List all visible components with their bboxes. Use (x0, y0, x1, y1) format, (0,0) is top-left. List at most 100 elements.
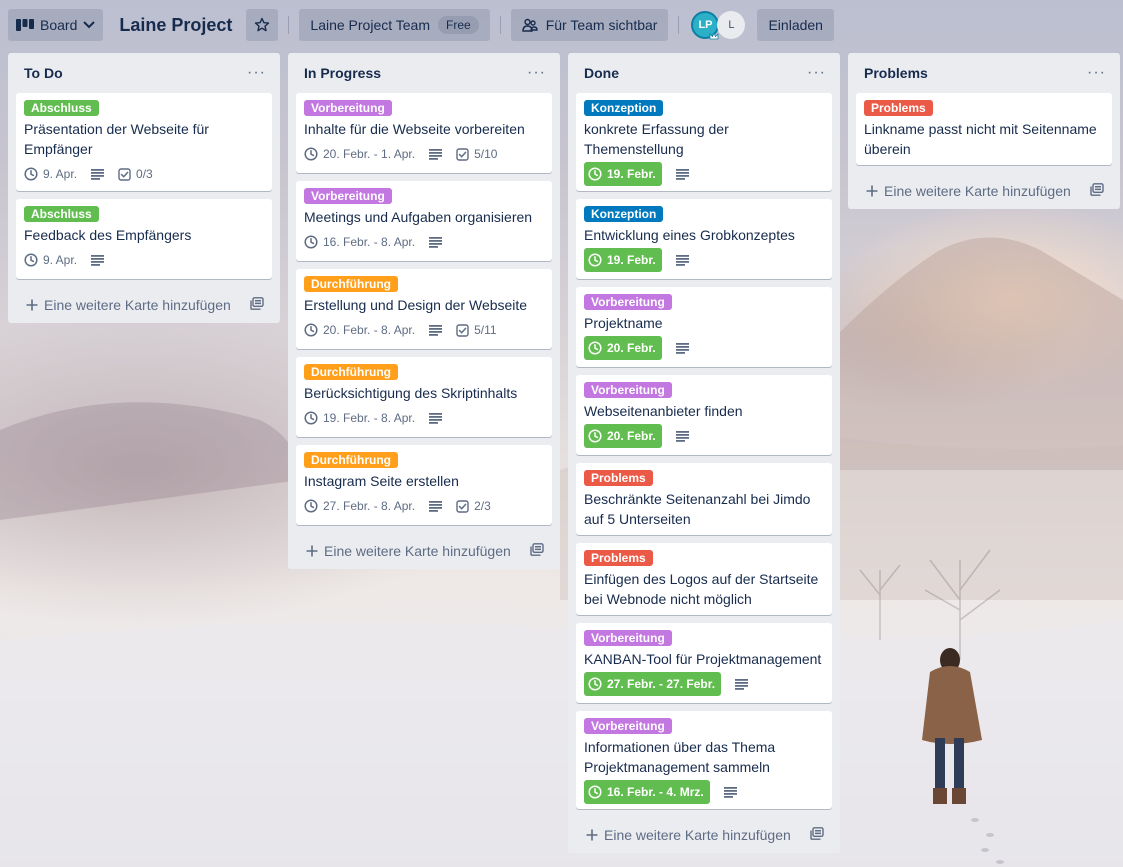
card-badges: 27. Febr. - 27. Febr. (584, 671, 824, 697)
visibility-button[interactable]: Für Team sichtbar (510, 9, 669, 41)
list-title[interactable]: In Progress (304, 65, 381, 81)
list-title[interactable]: Problems (864, 65, 928, 81)
create-from-template-button[interactable] (1090, 183, 1104, 199)
add-card-button[interactable]: Eine weitere Karte hinzufügen (576, 817, 832, 853)
clock-icon (304, 411, 318, 425)
card-template-icon (530, 543, 544, 556)
due-date-badge[interactable]: 27. Febr. - 27. Febr. (584, 672, 722, 696)
add-card-button[interactable]: Eine weitere Karte hinzufügen (16, 287, 272, 323)
card-label: Vorbereitung (584, 294, 672, 310)
avatar[interactable]: L (717, 11, 746, 39)
card-title: Projektname (584, 315, 663, 331)
create-from-template-button[interactable] (810, 827, 824, 843)
header-divider (499, 16, 501, 34)
card[interactable]: Vorbereitung Inhalte für die Webseite vo… (296, 93, 552, 173)
due-date-badge[interactable]: 19. Febr. - 8. Apr. (304, 411, 415, 425)
card[interactable]: Abschluss Feedback des Empfängers 9. Apr… (16, 199, 272, 279)
card-title: Präsentation der Webseite für Empfänger (24, 121, 209, 157)
checklist-icon (456, 147, 469, 161)
card-title: KANBAN-Tool für Projektmanagement (584, 651, 822, 667)
due-date-badge[interactable]: 20. Febr. (584, 336, 662, 360)
list-in-progress: In Progress ··· Vorbereitung Inhalte für… (288, 53, 560, 569)
description-badge (91, 168, 105, 180)
card[interactable]: Durchführung Instagram Seite erstellen 2… (296, 445, 552, 525)
card-title: Informationen über das Thema Projektmana… (584, 739, 776, 775)
due-date-text: 27. Febr. - 27. Febr. (607, 677, 716, 691)
due-date-text: 16. Febr. - 8. Apr. (323, 235, 416, 249)
due-date-badge[interactable]: 19. Febr. (584, 248, 662, 272)
due-date-badge[interactable]: 16. Febr. - 4. Mrz. (584, 780, 710, 804)
add-card-label: Eine weitere Karte hinzufügen (604, 827, 791, 843)
checklist-badge: 0/3 (118, 167, 153, 181)
list-title[interactable]: Done (584, 65, 619, 81)
due-date-badge[interactable]: 16. Febr. - 8. Apr. (304, 235, 415, 249)
card-label: Problems (864, 100, 933, 116)
plus-icon (26, 299, 38, 311)
due-date-text: 19. Febr. - 8. Apr. (323, 411, 416, 425)
chevron-down-icon (83, 21, 96, 29)
checklist-count: 5/11 (474, 323, 497, 337)
card[interactable]: Abschluss Präsentation der Webseite für … (16, 93, 272, 191)
card-title: Beschränkte Seitenanzahl bei Jimdo auf 5… (584, 491, 811, 527)
card-template-icon (1090, 183, 1104, 196)
list-menu-button[interactable]: ··· (527, 64, 546, 82)
description-icon (429, 324, 443, 336)
due-date-badge[interactable]: 27. Febr. - 8. Apr. (304, 499, 415, 513)
avatar[interactable]: LP (691, 11, 720, 40)
card-label: Abschluss (24, 100, 99, 116)
description-icon (675, 342, 689, 354)
checklist-count: 0/3 (136, 167, 153, 181)
card-label: Vorbereitung (304, 188, 392, 204)
due-date-badge[interactable]: 9. Apr. (24, 167, 77, 181)
avatar-initials: LP (698, 19, 713, 31)
board-view-button[interactable]: Board (8, 9, 104, 41)
card[interactable]: Vorbereitung Projektname 20. Febr. (576, 287, 832, 367)
due-date-badge[interactable]: 20. Febr. - 1. Apr. (304, 147, 415, 161)
due-date-badge[interactable]: 20. Febr. (584, 424, 662, 448)
card[interactable]: Vorbereitung KANBAN-Tool für Projektmana… (576, 623, 832, 703)
card-title: Webseitenanbieter finden (584, 403, 743, 419)
card-badges: 16. Febr. - 4. Mrz. (584, 779, 824, 805)
card[interactable]: Konzeption Entwicklung eines Grobkonzept… (576, 199, 832, 279)
list-title[interactable]: To Do (24, 65, 63, 81)
invite-button[interactable]: Einladen (757, 9, 834, 41)
card[interactable]: Durchführung Erstellung und Design der W… (296, 269, 552, 349)
clock-icon (24, 253, 38, 267)
team-button[interactable]: Laine Project Team Free (299, 9, 490, 41)
visibility-label: Für Team sichtbar (545, 17, 658, 33)
add-card-left: Eine weitere Karte hinzufügen (26, 297, 231, 313)
card[interactable]: Vorbereitung Meetings und Aufgaben organ… (296, 181, 552, 261)
card[interactable]: Problems Beschränkte Seitenanzahl bei Ji… (576, 463, 832, 535)
description-badge (675, 430, 689, 442)
due-date-badge[interactable]: 19. Febr. (584, 162, 662, 186)
description-icon (429, 412, 443, 424)
list-menu-button[interactable]: ··· (807, 64, 826, 82)
due-date-badge[interactable]: 20. Febr. - 8. Apr. (304, 323, 415, 337)
due-date-text: 20. Febr. - 1. Apr. (323, 147, 416, 161)
card-label: Durchführung (304, 452, 398, 468)
clock-icon (588, 785, 602, 799)
list-menu-button[interactable]: ··· (1087, 64, 1106, 82)
card[interactable]: Durchführung Berücksichtigung des Skript… (296, 357, 552, 437)
list-menu-button[interactable]: ··· (247, 64, 266, 82)
list-header: To Do ··· (16, 53, 272, 93)
add-card-left: Eine weitere Karte hinzufügen (306, 543, 511, 559)
board-title[interactable]: Laine Project (111, 15, 238, 36)
card[interactable]: Konzeption konkrete Erfassung der Themen… (576, 93, 832, 191)
description-badge (429, 500, 443, 512)
avatar-initials: L (728, 19, 735, 31)
clock-icon (588, 167, 602, 181)
due-date-text: 9. Apr. (43, 167, 78, 181)
card[interactable]: Problems Einfügen des Logos auf der Star… (576, 543, 832, 615)
create-from-template-button[interactable] (530, 543, 544, 559)
card-title: Erstellung und Design der Webseite (304, 297, 528, 313)
add-card-button[interactable]: Eine weitere Karte hinzufügen (856, 173, 1112, 209)
card-label: Problems (584, 470, 653, 486)
star-button[interactable] (246, 9, 279, 41)
due-date-badge[interactable]: 9. Apr. (24, 253, 77, 267)
card[interactable]: Vorbereitung Webseitenanbieter finden 20… (576, 375, 832, 455)
card[interactable]: Problems Linkname passt nicht mit Seiten… (856, 93, 1112, 165)
create-from-template-button[interactable] (250, 297, 264, 313)
card[interactable]: Vorbereitung Informationen über das Them… (576, 711, 832, 809)
add-card-button[interactable]: Eine weitere Karte hinzufügen (296, 533, 552, 569)
